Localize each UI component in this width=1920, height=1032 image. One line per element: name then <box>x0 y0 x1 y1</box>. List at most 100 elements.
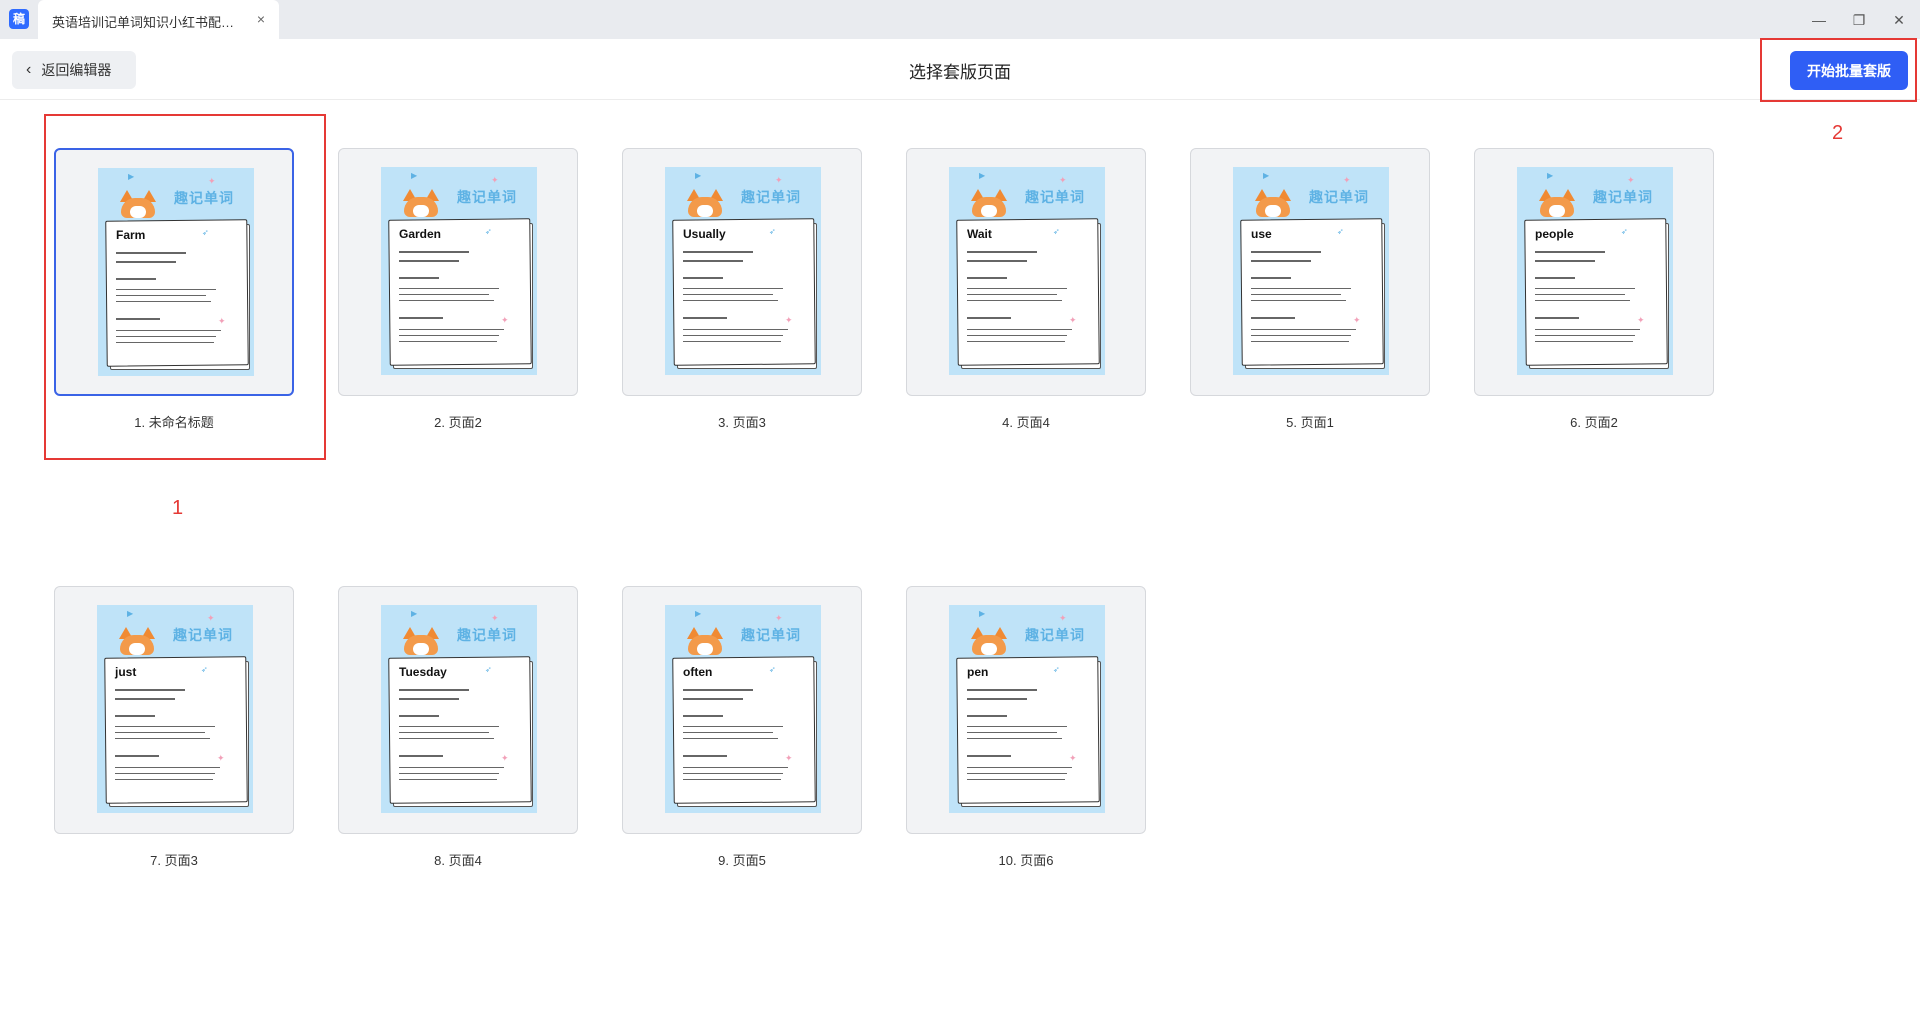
page-thumbnail-frame[interactable]: 趣记单词 Tuesday ✦ ✦ ➶ ▶ <box>338 586 578 834</box>
text-line <box>683 698 743 700</box>
bird-icon: ➶ <box>201 665 208 674</box>
page-card[interactable]: 趣记单词 Tuesday ✦ ✦ ➶ ▶ 8. 页面4 <box>338 586 578 869</box>
text-line <box>399 277 439 279</box>
text-line <box>1535 277 1575 279</box>
text-line <box>1251 335 1351 336</box>
page-card[interactable]: 趣记单词 use ✦ ✦ ➶ ▶ 5. 页面1 <box>1190 148 1430 431</box>
text-line <box>1535 335 1635 336</box>
page-thumbnail-frame[interactable]: 趣记单词 Farm ✦ ✦ ➶ ▶ <box>54 148 294 396</box>
text-line <box>1251 300 1346 301</box>
annotation-number-2: 2 <box>1832 122 1844 144</box>
text-line <box>683 755 727 757</box>
heart-icon: ✦ <box>218 316 226 326</box>
heart-icon: ✦ <box>207 613 215 623</box>
document-tab[interactable]: 英语培训记单词知识小红书配图_... × <box>38 0 279 39</box>
heart-icon: ✦ <box>1637 315 1645 325</box>
page-thumbnail-frame[interactable]: 趣记单词 Garden ✦ ✦ ➶ ▶ <box>338 148 578 396</box>
page-card-label: 8. 页面4 <box>434 853 482 868</box>
bird-icon: ▶ <box>128 172 135 181</box>
text-line <box>399 726 499 727</box>
text-line <box>399 767 504 768</box>
page-card-label: 3. 页面3 <box>718 415 766 430</box>
text-line <box>1251 260 1311 262</box>
bird-icon: ➶ <box>1053 665 1060 674</box>
text-line <box>967 294 1057 295</box>
corgi-icon <box>118 190 158 218</box>
text-line <box>683 288 783 289</box>
corgi-icon <box>685 627 725 655</box>
heart-icon: ✦ <box>1353 315 1361 325</box>
page-thumbnail: 趣记单词 Wait ✦ ✦ ➶ ▶ <box>949 167 1105 375</box>
thumbnail-word: Farm <box>116 228 146 242</box>
text-line <box>1535 341 1633 342</box>
bird-icon: ▶ <box>979 171 986 180</box>
page-thumbnail-frame[interactable]: 趣记单词 just ✦ ✦ ➶ ▶ <box>54 586 294 834</box>
bird-icon: ▶ <box>411 609 418 618</box>
text-line <box>967 260 1027 262</box>
minimize-button[interactable]: — <box>1808 10 1830 30</box>
page-card[interactable]: 趣记单词 pen ✦ ✦ ➶ ▶ 10. 页面6 <box>906 586 1146 869</box>
text-line <box>1535 300 1630 301</box>
page-thumbnail-frame[interactable]: 趣记单词 Usually ✦ ✦ ➶ ▶ <box>622 148 862 396</box>
thumbnail-word: Wait <box>967 227 992 241</box>
text-line <box>399 251 469 253</box>
bird-icon: ▶ <box>127 609 134 618</box>
page-card[interactable]: 趣记单词 Usually ✦ ✦ ➶ ▶ 3. 页面3 <box>622 148 862 431</box>
page-card[interactable]: 趣记单词 people ✦ ✦ ➶ ▶ 6. 页面2 <box>1474 148 1714 431</box>
text-line <box>967 300 1062 301</box>
text-line <box>967 738 1062 739</box>
page-thumbnail-frame[interactable]: 趣记单词 pen ✦ ✦ ➶ ▶ <box>906 586 1146 834</box>
text-line <box>116 336 216 337</box>
page-card[interactable]: 趣记单词 Garden ✦ ✦ ➶ ▶ 2. 页面2 <box>338 148 578 431</box>
close-window-button[interactable]: ✕ <box>1888 10 1910 30</box>
text-line <box>967 698 1027 700</box>
text-line <box>967 251 1037 253</box>
text-line <box>683 341 781 342</box>
restore-button[interactable]: ❐ <box>1848 10 1870 30</box>
page-thumbnail-frame[interactable]: 趣记单词 people ✦ ✦ ➶ ▶ <box>1474 148 1714 396</box>
bird-icon: ➶ <box>1337 227 1344 236</box>
annotation-number-1: 1 <box>172 497 184 519</box>
page-thumbnail: 趣记单词 people ✦ ✦ ➶ ▶ <box>1517 167 1673 375</box>
text-line <box>1535 329 1640 330</box>
text-line <box>1535 288 1635 289</box>
heart-icon: ✦ <box>785 315 793 325</box>
heart-icon: ✦ <box>501 753 509 763</box>
text-line <box>683 251 753 253</box>
heart-icon: ✦ <box>775 613 783 623</box>
bird-icon: ➶ <box>769 665 776 674</box>
thumbnail-heading: 趣记单词 <box>741 627 801 643</box>
page-card[interactable]: 趣记单词 often ✦ ✦ ➶ ▶ 9. 页面5 <box>622 586 862 869</box>
text-line <box>115 755 159 757</box>
bird-icon: ➶ <box>1053 227 1060 236</box>
page-thumbnail-frame[interactable]: 趣记单词 often ✦ ✦ ➶ ▶ <box>622 586 862 834</box>
tab-close-icon[interactable]: × <box>257 10 265 28</box>
text-line <box>399 288 499 289</box>
corgi-icon <box>117 627 157 655</box>
text-line <box>115 715 155 717</box>
text-line <box>683 715 723 717</box>
text-line <box>115 767 220 768</box>
text-line <box>967 335 1067 336</box>
corgi-icon <box>401 189 441 217</box>
bird-icon: ▶ <box>411 171 418 180</box>
page-card[interactable]: 趣记单词 Wait ✦ ✦ ➶ ▶ 4. 页面4 <box>906 148 1146 431</box>
text-line <box>683 767 788 768</box>
page-thumbnail-frame[interactable]: 趣记单词 use ✦ ✦ ➶ ▶ <box>1190 148 1430 396</box>
page-card[interactable]: 趣记单词 just ✦ ✦ ➶ ▶ 7. 页面3 <box>54 586 294 869</box>
text-line <box>683 300 778 301</box>
heart-icon: ✦ <box>1627 175 1635 185</box>
text-line <box>399 317 443 319</box>
page-card-label: 10. 页面6 <box>998 853 1054 868</box>
heart-icon: ✦ <box>1069 315 1077 325</box>
bird-icon: ➶ <box>485 665 492 674</box>
page-thumbnail: 趣记单词 Garden ✦ ✦ ➶ ▶ <box>381 167 537 375</box>
page-card[interactable]: 趣记单词 Farm ✦ ✦ ➶ ▶ 1. 未命名标题 <box>54 148 294 431</box>
text-line <box>116 330 221 331</box>
text-line <box>967 779 1065 780</box>
text-line <box>399 260 459 262</box>
thumbnail-heading: 趣记单词 <box>1309 189 1369 205</box>
corgi-icon <box>1537 189 1577 217</box>
page-thumbnail: 趣记单词 Tuesday ✦ ✦ ➶ ▶ <box>381 605 537 813</box>
page-thumbnail-frame[interactable]: 趣记单词 Wait ✦ ✦ ➶ ▶ <box>906 148 1146 396</box>
